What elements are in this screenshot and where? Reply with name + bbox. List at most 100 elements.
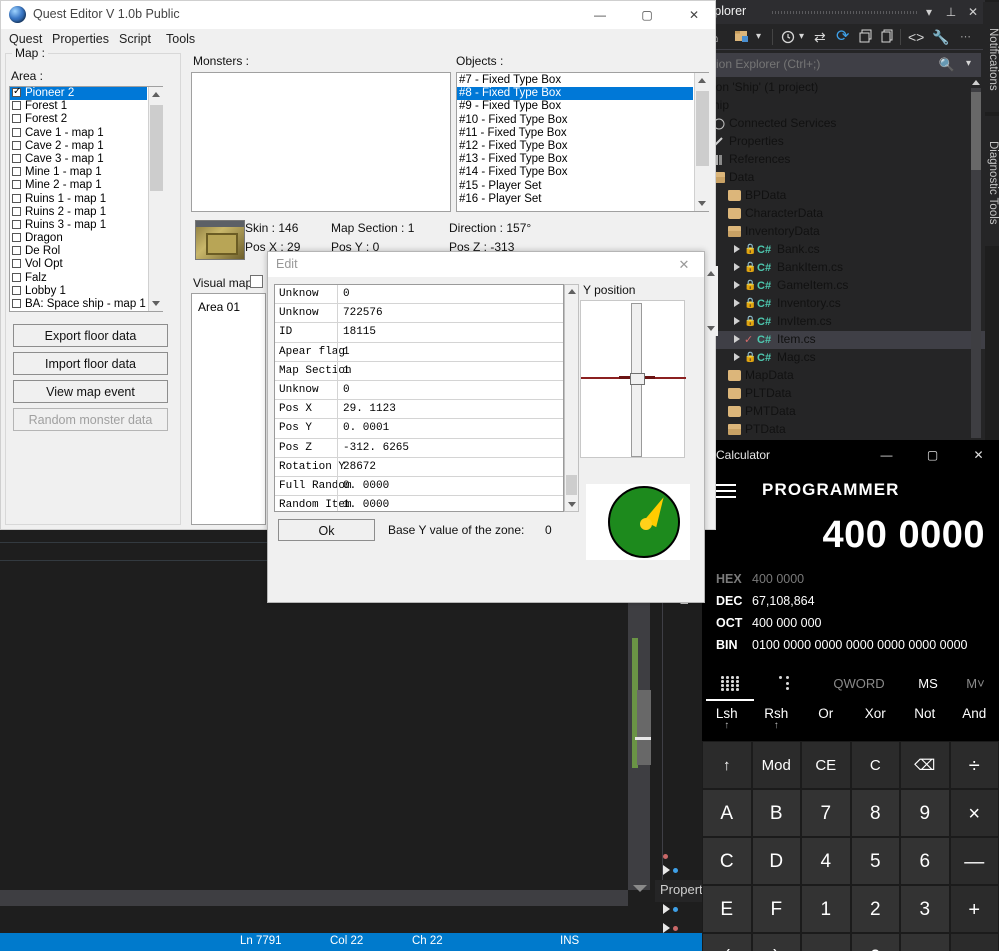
pin-icon[interactable]: ⊥ <box>942 3 960 21</box>
property-row[interactable]: Apear flag 1 <box>275 342 563 362</box>
tab-notifications[interactable]: Notifications <box>983 2 999 112</box>
sync-icon[interactable]: ⇄ <box>814 28 826 46</box>
operator-and[interactable]: And <box>950 701 999 741</box>
property-value[interactable]: 29. 1123 <box>343 403 396 415</box>
calculator-maximize-button[interactable]: ▢ <box>910 440 955 470</box>
quest-editor-close-button[interactable]: ✕ <box>671 1 717 29</box>
operator-xor[interactable]: Xor <box>851 701 901 741</box>
area-list-item[interactable]: Ruins 3 - map 1 <box>10 219 147 232</box>
scroll-up-arrow[interactable] <box>152 92 160 97</box>
export-floor-data-button[interactable]: Export floor data <box>13 324 168 347</box>
bit-keypad-icon[interactable] <box>702 667 758 701</box>
calc-key-sym-29[interactable]: = <box>949 933 999 951</box>
tree-node-ion-ship-1-project[interactable]: ion 'Ship' (1 project) <box>702 79 985 97</box>
editor-scroll-down-arrow[interactable] <box>633 885 647 892</box>
property-value[interactable]: 18115 <box>343 326 376 338</box>
tree-node-inventorydata[interactable]: InventoryData <box>702 223 985 241</box>
operator-lsh[interactable]: Lsh ↑ <box>702 701 752 741</box>
tree-node-item-cs[interactable]: ✓ C# Item.cs <box>702 331 985 349</box>
calc-key-3[interactable]: 3 <box>900 885 950 933</box>
refresh-icon[interactable]: ⟳ <box>836 28 849 46</box>
menu-tools[interactable]: Tools <box>160 31 201 47</box>
area-item-checkbox[interactable] <box>12 101 21 111</box>
tree-node-characterdata[interactable]: CharacterData <box>702 205 985 223</box>
quest-editor-side-scrollbar[interactable] <box>703 266 718 336</box>
calc-key-a[interactable]: A <box>702 789 752 837</box>
compass-disc[interactable] <box>608 486 680 558</box>
area-item-checkbox[interactable] <box>12 285 21 295</box>
y-position-thumb[interactable] <box>630 373 645 385</box>
area-list-item[interactable]: Cave 2 - map 1 <box>10 140 147 153</box>
scroll-thumb[interactable] <box>150 105 163 191</box>
property-value[interactable]: 0. 0001 <box>343 422 389 434</box>
property-value[interactable]: 28672 <box>343 461 376 473</box>
scroll-down-arrow[interactable] <box>152 301 160 306</box>
editor-horizontal-scrollbar[interactable] <box>0 890 628 906</box>
tree-node-bankitem-cs[interactable]: 🔒 C# BankItem.cs <box>702 259 985 277</box>
operator-rsh[interactable]: Rsh ↑ <box>752 701 802 741</box>
tree-node-ptdata[interactable]: PTData <box>702 421 985 439</box>
property-grid-scrollbar[interactable] <box>564 284 579 512</box>
calc-key-2[interactable]: 2 <box>850 885 900 933</box>
pending-changes-dropdown-icon[interactable]: ▾ <box>799 28 804 46</box>
scroll-up-arrow[interactable] <box>707 271 715 276</box>
object-list-item[interactable]: #11 - Fixed Type Box <box>457 127 693 140</box>
search-icon[interactable]: 🔍 <box>939 57 955 73</box>
new-folder-dropdown-icon[interactable]: ▾ <box>756 28 761 46</box>
radix-row-hex[interactable]: HEX 400 0000 <box>702 572 999 594</box>
bit-row-qword[interactable]: QWORD <box>814 667 904 701</box>
tree-node-pmtdata[interactable]: PMTData <box>702 403 985 421</box>
property-value[interactable]: 722576 <box>343 307 383 319</box>
tree-scroll-thumb[interactable] <box>971 92 981 170</box>
search-input[interactable] <box>702 53 917 75</box>
new-folder-icon[interactable] <box>734 28 750 46</box>
property-row[interactable]: Pos X 29. 1123 <box>275 400 563 420</box>
monsters-listbox[interactable] <box>191 72 451 212</box>
bit-toggle-icon[interactable] <box>758 667 814 701</box>
area-list-item[interactable]: BA: Space ship - map 1 <box>10 298 147 311</box>
property-row[interactable]: Unknow 0 <box>275 380 563 401</box>
calc-key-sym-26[interactable]: ± <box>801 933 851 951</box>
property-value[interactable]: 1 <box>343 346 350 358</box>
area-list-item[interactable]: Falz <box>10 272 147 285</box>
property-row[interactable]: Random Item 1. 0000 <box>275 496 563 511</box>
radix-row-dec[interactable]: DEC 67,108,864 <box>702 594 999 616</box>
area-list-item[interactable]: Dragon <box>10 232 147 245</box>
property-row[interactable]: Map Section 1 <box>275 361 563 381</box>
area-list-item[interactable]: Lobby 1 <box>10 285 147 298</box>
calc-key-sym-25[interactable]: ) <box>751 933 801 951</box>
area-list-item[interactable]: Vol Opt <box>10 258 147 271</box>
tree-node-bank-cs[interactable]: 🔒 C# Bank.cs <box>702 241 985 259</box>
calc-key-mod[interactable]: Mod <box>751 741 801 789</box>
tree-node-bpdata[interactable]: BPData <box>702 187 985 205</box>
calc-key-sym-24[interactable]: ( <box>702 933 752 951</box>
property-row[interactable]: Rotation Y 28672 <box>275 457 563 477</box>
menu-quest[interactable]: Quest <box>3 31 48 47</box>
radix-row-bin[interactable]: BIN 0100 0000 0000 0000 0000 0000 0000 <box>702 638 999 660</box>
menu-properties[interactable]: Properties <box>46 31 115 47</box>
property-value[interactable]: 0. 0000 <box>343 480 389 492</box>
tree-node-data[interactable]: Data <box>702 169 985 187</box>
area-item-checkbox[interactable] <box>12 206 21 216</box>
objects-list-scrollbar[interactable] <box>694 73 709 211</box>
hamburger-menu-icon[interactable] <box>716 484 736 498</box>
tree-node-properties[interactable]: Properties <box>702 133 985 151</box>
tree-node-invitem-cs[interactable]: 🔒 C# InvItem.cs <box>702 313 985 331</box>
area-list-item[interactable]: Cave 1 - map 1 <box>10 127 147 140</box>
calc-key-f[interactable]: F <box>751 885 801 933</box>
area-list-item[interactable]: De Rol <box>10 245 147 258</box>
chevron-right-icon[interactable] <box>663 904 670 915</box>
property-row[interactable]: Pos Y 0. 0001 <box>275 419 563 439</box>
operator-or[interactable]: Or <box>801 701 851 741</box>
property-value[interactable]: 0 <box>343 288 350 300</box>
calc-key-sym-23[interactable]: + <box>949 885 999 933</box>
collapse-all-icon[interactable] <box>858 28 874 46</box>
objects-listbox[interactable]: #7 - Fixed Type Box #8 - Fixed Type Box #9… <box>456 72 709 212</box>
calc-key-7[interactable]: 7 <box>801 789 851 837</box>
visual-map-checkbox[interactable] <box>250 275 263 288</box>
property-row[interactable]: Pos Z -312. 6265 <box>275 438 563 458</box>
scroll-down-arrow[interactable] <box>568 502 576 507</box>
tree-node-mag-cs[interactable]: 🔒 C# Mag.cs <box>702 349 985 367</box>
solution-tree[interactable]: ion 'Ship' (1 project) hip Connected Servi… <box>702 79 985 449</box>
editor-scroll-thumb[interactable] <box>637 690 651 765</box>
